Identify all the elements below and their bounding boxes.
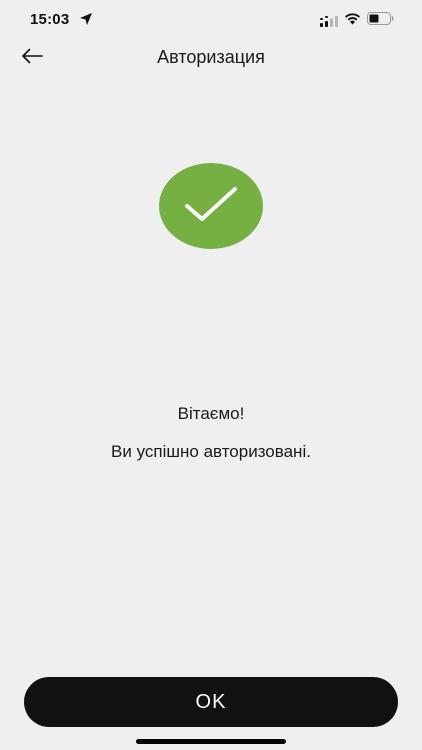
success-message: Ви успішно авторизовані.	[111, 442, 311, 461]
wifi-icon	[344, 12, 361, 25]
page-title: Авторизация	[157, 47, 265, 67]
checkmark-icon	[183, 184, 239, 229]
status-time: 15:03	[30, 11, 70, 28]
battery-icon	[367, 12, 394, 25]
nav-bar: Авторизация	[0, 38, 422, 78]
signal-icon	[320, 14, 338, 27]
success-badge	[159, 163, 263, 249]
greeting-text: Вітаємо!	[177, 404, 245, 423]
ok-button[interactable]: OK	[24, 677, 398, 727]
home-indicator	[136, 739, 286, 744]
location-arrow-icon	[79, 12, 93, 26]
status-bar: 15:03	[0, 0, 422, 38]
